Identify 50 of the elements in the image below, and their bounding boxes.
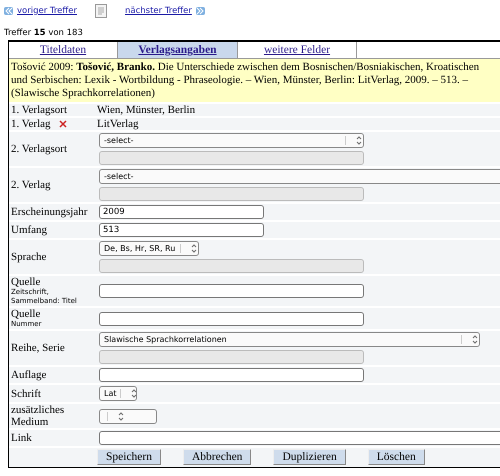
result-counter: Treffer 15 von 183 [3, 27, 84, 40]
field-value: Wien, Münster, Berlin [96, 104, 196, 116]
delete-icon[interactable] [58, 120, 67, 128]
dropdown[interactable]: Slawische Sprachkorrelationen [99, 332, 480, 347]
tab[interactable]: Verlagsangaben [118, 42, 238, 58]
citation-text: Tošović 2009: Tošović, Branko. Die Unterschiede zwischen dem Bosnischen/Bosniakischen, Kroatischen und Serbischen: Lexik - Wortbildung - Phraseologie. – Wien, Münster, Berlin: LitVerlag, 2009. – 513. – (Slawische Sprachkorrelationen) [9, 59, 500, 102]
previous-link[interactable]: voriger Treffer [17, 6, 77, 16]
next-link[interactable]: nächster Treffer [124, 6, 192, 16]
chevron-icon [345, 136, 363, 145]
input-field[interactable] [99, 151, 364, 165]
input-field[interactable] [99, 284, 364, 298]
field-label: 2. Verlag [11, 179, 51, 191]
field-label: Schrift [11, 388, 41, 400]
input-field[interactable] [99, 312, 364, 326]
input-field[interactable] [99, 368, 364, 382]
dropdown[interactable]: De, Bs, Hr, SR, Ru [99, 241, 199, 256]
chevron-icon [461, 335, 479, 344]
action-button[interactable]: Duplizieren [273, 449, 346, 465]
dropdown[interactable]: Lat [99, 386, 137, 401]
input-field[interactable] [99, 350, 364, 364]
next-icon[interactable] [196, 7, 205, 15]
field-label: Quelle [11, 308, 42, 320]
field-label: 2. Verlagsort [11, 143, 68, 155]
field-label: 1. Verlagsort [11, 104, 68, 116]
previous-icon[interactable] [4, 7, 13, 15]
input-field[interactable]: 513 [99, 223, 264, 237]
field-label: Reihe, Serie [11, 342, 65, 354]
input-field[interactable] [99, 187, 364, 201]
field-label: Umfang [11, 224, 48, 236]
chevron-icon [120, 389, 138, 398]
action-button[interactable]: Speichern [97, 449, 161, 465]
chevron-icon [107, 412, 125, 420]
dropdown[interactable]: -select- [99, 169, 500, 184]
action-button[interactable]: Abbrechen [182, 449, 252, 465]
field-label: Auflage [11, 369, 46, 381]
input-field[interactable] [99, 259, 364, 273]
field-label: Sprache [11, 251, 46, 263]
field-label: 1. Verlag [11, 118, 51, 130]
dropdown[interactable]: -select- [99, 133, 364, 148]
field-label: Erscheinungsjahr [11, 206, 88, 218]
document-icon[interactable] [94, 4, 107, 18]
chevron-icon [180, 244, 198, 253]
dropdown[interactable] [99, 408, 157, 424]
field-label: Quelle [11, 276, 42, 288]
input-field[interactable]: 2009 [99, 205, 264, 219]
field-value: LitVerlag [96, 118, 139, 130]
field-label: Link [11, 432, 32, 444]
input-field[interactable] [99, 431, 500, 445]
field-label: zusätzliches Medium [11, 404, 66, 428]
action-button[interactable]: Löschen [368, 449, 425, 465]
